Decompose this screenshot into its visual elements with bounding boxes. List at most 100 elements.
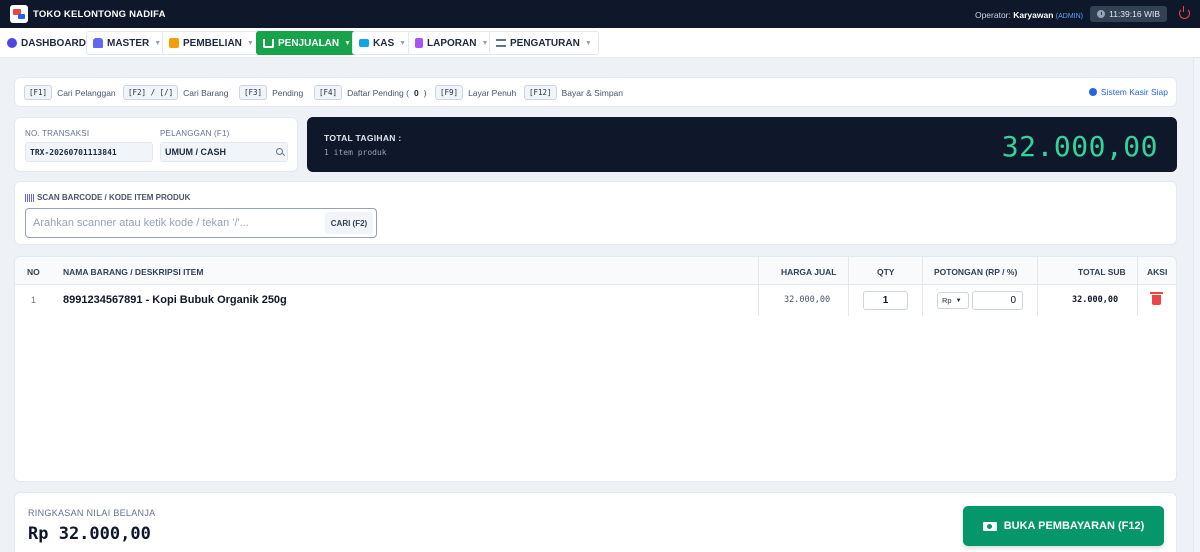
shortcut-key: [F4] <box>314 85 343 100</box>
report-file-icon <box>415 38 423 48</box>
nav-penjualan-label: PENJUALAN <box>278 37 340 49</box>
nav-pembelian[interactable]: PEMBELIAN ▼ <box>162 31 261 55</box>
shortcut-f9[interactable]: [F9] Layar Penuh <box>435 85 516 100</box>
nav-laporan[interactable]: LAPORAN ▼ <box>408 31 496 55</box>
shortcut-key: [F2] / [/] <box>123 85 179 100</box>
summary-label: RINGKASAN NILAI BELANJA <box>28 508 156 518</box>
total-bill-label: TOTAL TAGIHAN : <box>324 133 402 143</box>
clock: 11:39:16 WIB <box>1090 6 1167 22</box>
scan-input-wrapper: CARI (F2) <box>25 208 377 238</box>
settings-sliders-icon <box>496 39 506 47</box>
chevron-down-icon: ▼ <box>246 39 254 47</box>
nav-pengaturan-label: PENGATURAN <box>510 37 580 49</box>
row-subtotal: 32.000,00 <box>1072 295 1119 305</box>
nav-dashboard[interactable]: DASHBOARD <box>0 31 93 55</box>
main-nav: DASHBOARD MASTER ▼ PEMBELIAN ▼ PENJUALAN… <box>0 28 1200 58</box>
truck-icon <box>169 38 179 48</box>
row-price: 32.000,00 <box>784 295 831 305</box>
nav-pembelian-label: PEMBELIAN <box>183 37 242 49</box>
discount-type-select[interactable]: Rp ▼ <box>937 292 969 309</box>
discount-type-value: Rp <box>942 296 952 305</box>
search-product-button[interactable]: CARI (F2) <box>325 212 373 234</box>
barcode-icon <box>25 193 34 202</box>
transaction-no-label: NO. TRANSAKSI <box>25 129 90 138</box>
shortcut-f4[interactable]: [F4] Daftar Pending ( 0 ) <box>314 85 427 100</box>
store-logo-icon <box>10 5 28 23</box>
system-status: Sistem Kasir Siap <box>1088 87 1168 97</box>
header-price: HARGA JUAL <box>781 267 837 277</box>
shortcut-label: Bayar & Simpan <box>561 87 623 98</box>
shortcut-label: Cari Pelanggan <box>57 87 116 98</box>
open-payment-button[interactable]: BUKA PEMBAYARAN (F12) <box>963 506 1164 546</box>
total-item-count: 1 item produk <box>324 148 387 157</box>
money-icon <box>982 521 997 531</box>
nav-kas[interactable]: KAS ▼ <box>352 31 414 55</box>
nav-kas-label: KAS <box>373 37 395 49</box>
header-subtotal: TOTAL SUB <box>1078 267 1126 277</box>
dashboard-icon <box>7 38 17 48</box>
chevron-down-icon: ▼ <box>399 39 407 47</box>
chevron-down-icon: ▼ <box>481 39 489 47</box>
nav-pengaturan[interactable]: PENGATURAN ▼ <box>489 31 599 55</box>
total-bill-card: TOTAL TAGIHAN : 1 item produk 32.000,00 <box>307 117 1177 172</box>
pending-count-badge: 0 <box>413 87 419 98</box>
shortcut-label: Pending <box>272 87 304 98</box>
shortcut-label: Layar Penuh <box>468 87 517 98</box>
nav-penjualan[interactable]: PENJUALAN ▼ <box>256 31 359 55</box>
scan-barcode-card: SCAN BARCODE / KODE ITEM PRODUK CARI (F2… <box>14 181 1177 245</box>
cart-table-header: NO NAMA BARANG / DESKRIPSI ITEM HARGA JU… <box>15 257 1176 285</box>
shortcut-f1[interactable]: [F1] Cari Pelanggan <box>24 85 116 100</box>
nav-laporan-label: LAPORAN <box>427 37 477 49</box>
nav-master-label: MASTER <box>107 37 150 49</box>
logout-power-icon[interactable] <box>1179 6 1190 19</box>
customer-field[interactable]: UMUM / CASH <box>160 142 288 162</box>
chevron-down-icon: ▼ <box>154 39 162 47</box>
page-scrollbar[interactable] <box>1193 59 1200 552</box>
cart-icon <box>263 38 274 48</box>
check-circle-icon <box>1088 88 1097 96</box>
shortcut-key: [F9] <box>435 85 464 100</box>
scan-label-text: SCAN BARCODE / KODE ITEM PRODUK <box>37 193 191 202</box>
operator-info: Operator: Karyawan (ADMIN) <box>975 10 1083 20</box>
customer-label: PELANGGAN (F1) <box>160 129 230 138</box>
operator-prefix: Operator: <box>974 10 1011 20</box>
store-name: TOKO KELONTONG NADIFA <box>33 9 166 20</box>
trash-icon[interactable] <box>1150 292 1163 305</box>
qty-input[interactable] <box>863 291 908 310</box>
wallet-icon <box>359 39 369 47</box>
clock-time: 11:39:16 WIB <box>1109 9 1160 19</box>
clock-icon <box>1097 10 1106 18</box>
system-status-label: Sistem Kasir Siap <box>1100 87 1168 97</box>
chevron-down-icon: ▼ <box>344 39 352 47</box>
shortcut-f12[interactable]: [F12] Bayar & Simpan <box>524 85 623 100</box>
shortcut-bar: [F1] Cari Pelanggan [F2] / [/] Cari Bara… <box>14 77 1177 107</box>
database-icon <box>93 38 103 48</box>
discount-input[interactable] <box>972 291 1023 310</box>
barcode-search-input[interactable] <box>26 209 316 237</box>
transaction-info-card: NO. TRANSAKSI TRX-20260701113841 PELANGG… <box>14 117 298 172</box>
chevron-down-icon: ▼ <box>584 39 592 47</box>
shortcut-key: [F1] <box>24 85 53 100</box>
shortcut-label: Daftar Pending ( <box>347 87 409 98</box>
shortcut-label: Cari Barang <box>183 87 229 98</box>
transaction-no-value: TRX-20260701113841 <box>30 147 117 157</box>
chevron-down-icon: ▼ <box>955 297 962 304</box>
operator-name: Karyawan <box>1013 10 1054 20</box>
operator-role: (ADMIN) <box>1055 13 1083 20</box>
shortcut-f2[interactable]: [F2] / [/] Cari Barang <box>123 85 229 100</box>
header-action: AKSI <box>1147 267 1168 277</box>
shortcut-key: [F3] <box>239 85 268 100</box>
table-row: 1 8991234567891 - Kopi Bubuk Organik 250… <box>15 286 1176 316</box>
header-name: NAMA BARANG / DESKRIPSI ITEM <box>63 267 204 277</box>
scan-label: SCAN BARCODE / KODE ITEM PRODUK <box>25 193 190 202</box>
shortcut-key: [F12] <box>524 85 557 100</box>
shortcut-label-suffix: ) <box>423 87 427 98</box>
summary-value: Rp 32.000,00 <box>28 524 151 544</box>
customer-value: UMUM / CASH <box>165 147 226 157</box>
row-no: 1 <box>31 295 37 305</box>
search-icon[interactable] <box>276 148 283 155</box>
row-product-name: 8991234567891 - Kopi Bubuk Organik 250g <box>63 294 287 306</box>
nav-master[interactable]: MASTER ▼ <box>86 31 169 55</box>
shortcut-f3[interactable]: [F3] Pending <box>239 85 303 100</box>
nav-dashboard-label: DASHBOARD <box>21 37 86 49</box>
